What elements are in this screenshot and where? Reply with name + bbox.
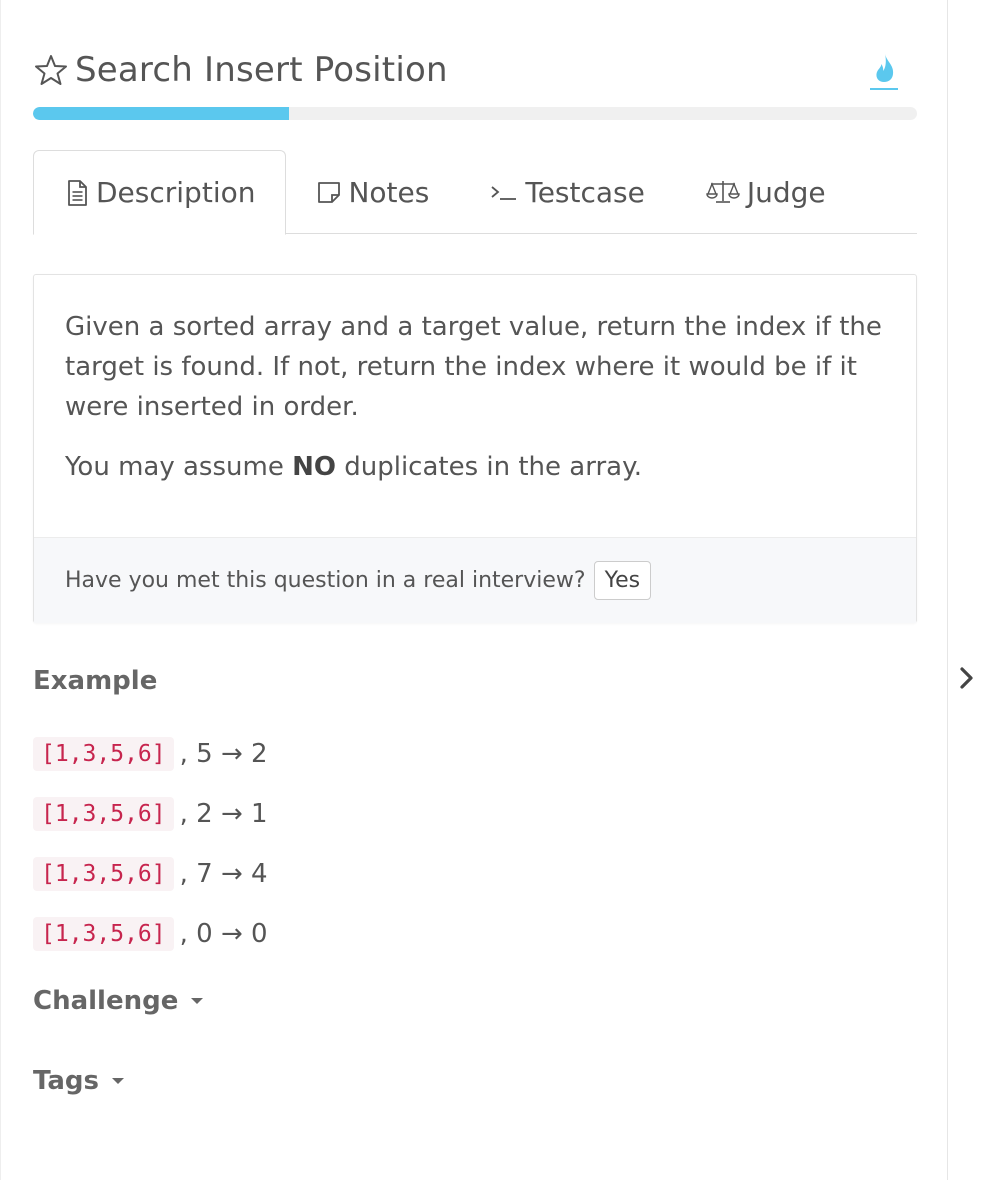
example-row: [1,3,5,6] , 0 → 0	[33, 904, 633, 964]
tab-judge[interactable]: Judge	[675, 150, 856, 234]
right-gutter	[948, 0, 986, 1180]
expand-panel-button[interactable]	[952, 662, 982, 698]
fire-icon[interactable]	[867, 50, 901, 92]
tab-bar: Description Notes Testcase Judge	[33, 150, 917, 235]
tab-notes[interactable]: Notes	[286, 150, 459, 234]
example-row: [1,3,5,6] , 7 → 4	[33, 844, 633, 904]
example-input-code: [1,3,5,6]	[33, 797, 174, 831]
tab-label: Judge	[746, 175, 826, 209]
tab-label: Notes	[348, 175, 430, 209]
note-text: duplicates in the array.	[335, 452, 643, 482]
example-output: , 0 → 0	[179, 919, 268, 949]
note-emphasis: NO	[292, 452, 336, 482]
description-paragraph: Given a sorted array and a target value,…	[65, 312, 882, 422]
description-text: Given a sorted array and a target value,…	[34, 275, 916, 537]
problem-header: Search Insert Position	[33, 44, 917, 96]
example-input-code: [1,3,5,6]	[33, 857, 174, 891]
example-output: , 2 → 1	[179, 799, 268, 829]
yes-button[interactable]: Yes	[593, 561, 652, 600]
interview-question-text: Have you met this question in a real int…	[65, 568, 586, 593]
example-output: , 5 → 2	[179, 739, 268, 769]
tab-testcase[interactable]: Testcase	[459, 150, 675, 234]
caret-down-icon	[111, 1076, 125, 1086]
tags-heading: Tags	[33, 1066, 100, 1096]
note-icon	[316, 178, 342, 206]
page-title: Search Insert Position	[75, 50, 448, 90]
chevron-right-icon	[958, 665, 976, 695]
description-box: Given a sorted array and a target value,…	[33, 274, 917, 623]
challenge-toggle[interactable]: Challenge	[33, 986, 204, 1016]
tags-toggle[interactable]: Tags	[33, 1066, 125, 1096]
progress-bar	[33, 107, 917, 120]
tab-label: Testcase	[525, 175, 645, 209]
example-row: [1,3,5,6] , 2 → 1	[33, 784, 633, 844]
caret-down-icon	[190, 996, 204, 1006]
example-list: [1,3,5,6] , 5 → 2 [1,3,5,6] , 2 → 1 [1,3…	[33, 724, 633, 964]
tab-label: Description	[96, 176, 256, 209]
example-heading: Example	[33, 666, 158, 696]
description-note: You may assume NO duplicates in the arra…	[65, 447, 885, 487]
problem-panel: Search Insert Position Description Notes…	[0, 0, 948, 1180]
tab-description[interactable]: Description	[33, 150, 287, 235]
example-input-code: [1,3,5,6]	[33, 917, 174, 951]
note-text: You may assume	[65, 452, 293, 482]
example-output: , 7 → 4	[179, 859, 268, 889]
example-input-code: [1,3,5,6]	[33, 737, 174, 771]
challenge-heading: Challenge	[33, 986, 179, 1016]
star-icon[interactable]	[33, 52, 69, 88]
scale-icon	[705, 178, 741, 206]
example-row: [1,3,5,6] , 5 → 2	[33, 724, 633, 784]
interview-question-bar: Have you met this question in a real int…	[34, 537, 916, 623]
terminal-icon	[489, 178, 519, 206]
progress-fill	[33, 107, 290, 120]
document-icon	[64, 179, 90, 207]
